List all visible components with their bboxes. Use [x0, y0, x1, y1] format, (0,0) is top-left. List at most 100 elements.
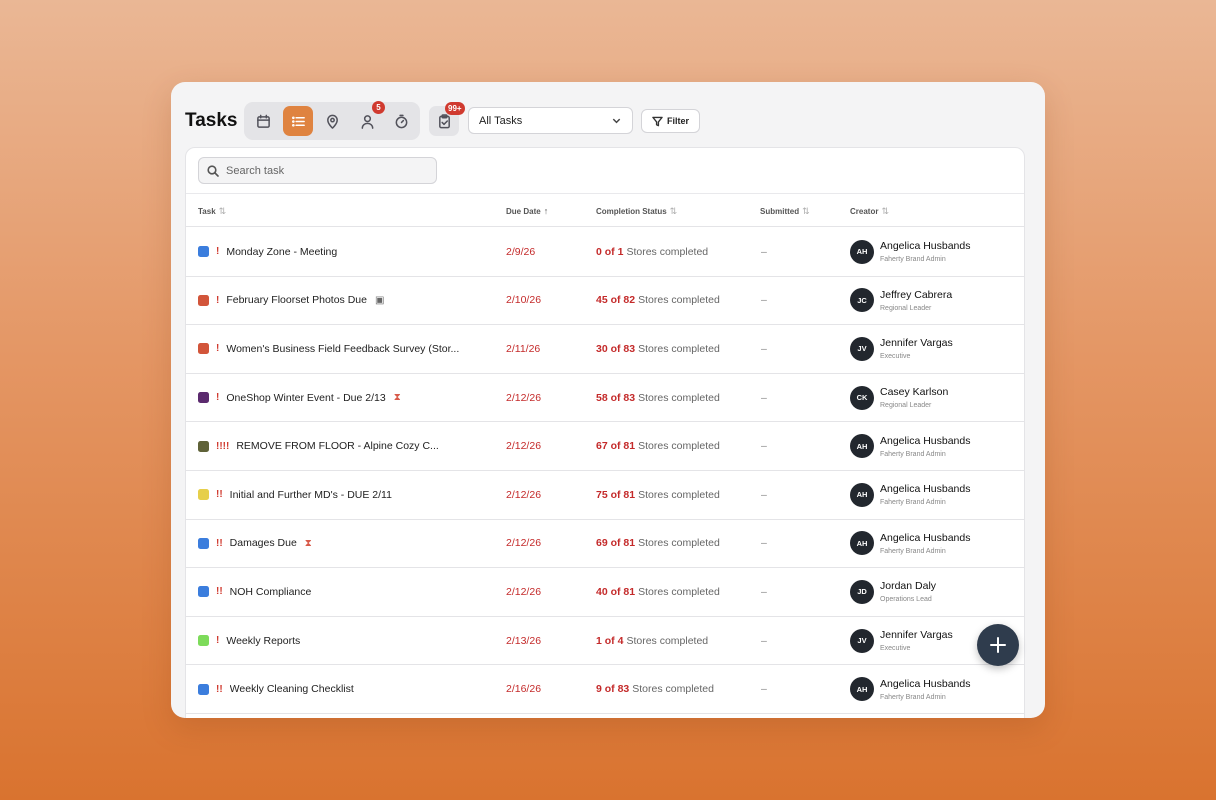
creator-name: Angelica Husbands — [880, 531, 971, 544]
table-row[interactable]: !!!! REMOVE FROM FLOOR - Alpine Cozy C..… — [186, 422, 1024, 471]
sort-icon: ⇅ — [881, 206, 889, 216]
clipboard-check-icon — [438, 113, 450, 128]
creator-cell: AH Angelica Husbands Faherty Brand Admin — [850, 665, 970, 713]
filter-label: Filter — [666, 116, 689, 126]
task-cell: ! Women's Business Field Feedback Survey… — [198, 325, 459, 373]
avatar: AH — [850, 239, 874, 264]
due-date: 2/12/26 — [506, 440, 542, 453]
completion-status: 58 of 83 Stores completed — [596, 374, 720, 422]
priority-marker: ! — [216, 246, 220, 258]
column-due-date[interactable]: Due Date ↑ — [506, 206, 548, 216]
table-row[interactable]: !! Damages Due ⧗ 2/12/26 69 of 81 Stores… — [186, 520, 1024, 569]
column-task[interactable]: Task ⇅ — [198, 206, 226, 217]
search-icon — [207, 164, 219, 177]
task-color-swatch — [198, 586, 209, 598]
creator-role: Faherty Brand Admin — [880, 693, 946, 701]
hourglass-icon: ⧗ — [393, 392, 401, 404]
task-name[interactable]: OneShop Winter Event - Due 2/13 — [226, 392, 385, 404]
priority-marker: !! — [216, 489, 223, 501]
creator-role: Faherty Brand Admin — [880, 450, 946, 458]
task-cell: ! OneShop Winter Event - Due 2/13 ⧗ — [198, 374, 401, 422]
search-input[interactable] — [226, 164, 426, 177]
priority-marker: !!!! — [216, 440, 230, 452]
creator-cell: JV Jennifer Vargas Executive — [850, 325, 953, 373]
creator-name: Angelica Husbands — [880, 483, 971, 496]
task-name[interactable]: Weekly Reports — [226, 635, 300, 647]
task-name[interactable]: Women's Business Field Feedback Survey (… — [226, 343, 459, 355]
completion-text: Stores completed — [638, 391, 720, 404]
column-creator[interactable]: Creator ⇅ — [850, 206, 889, 217]
column-submitted[interactable]: Submitted ⇅ — [760, 206, 810, 217]
completion-text: Stores completed — [638, 488, 720, 501]
map-view-button[interactable] — [317, 106, 347, 136]
column-creator-label: Creator — [850, 207, 879, 216]
task-scope-select[interactable]: All Tasks — [468, 107, 633, 134]
completion-status: 69 of 81 Stores completed — [596, 520, 720, 568]
table-row[interactable]: !! Initial and Further MD's - DUE 2/11 2… — [186, 471, 1024, 520]
priority-marker: ! — [216, 635, 220, 647]
submitted-value: – — [761, 294, 767, 307]
creator-role: Operations Lead — [880, 596, 932, 604]
due-date: 2/16/26 — [506, 683, 542, 696]
task-name[interactable]: Initial and Further MD's - DUE 2/11 — [230, 489, 392, 501]
task-name[interactable]: Weekly Cleaning Checklist — [230, 683, 354, 695]
avatar: AH — [850, 482, 874, 507]
creator-role: Regional Leader — [880, 402, 932, 410]
creator-role: Faherty Brand Admin — [880, 547, 946, 555]
creator-role: Faherty Brand Admin — [880, 256, 946, 264]
search-box[interactable] — [198, 157, 437, 184]
submitted-value: – — [761, 634, 767, 647]
task-name[interactable]: NOH Compliance — [230, 586, 312, 598]
table-row[interactable]: ! Women's Business Field Feedback Survey… — [186, 325, 1024, 374]
task-cell: ! Monday Zone - Meeting — [198, 228, 337, 276]
sort-icon: ⇅ — [669, 206, 678, 216]
submitted-value: – — [761, 342, 767, 355]
table-row[interactable]: !! NOH Compliance 2/12/26 40 of 81 Store… — [186, 568, 1024, 617]
task-cell: ! Weekly Reports — [198, 617, 300, 665]
timer-view-button[interactable] — [386, 106, 416, 136]
list-view-button[interactable] — [283, 106, 313, 136]
column-completion-label: Completion Status — [596, 207, 667, 216]
list-icon — [291, 115, 305, 127]
due-date: 2/13/26 — [506, 634, 542, 647]
calendar-view-button[interactable] — [248, 106, 278, 136]
table-row[interactable]: ! Weekly Reports 2/13/26 1 of 4 Stores c… — [186, 617, 1024, 666]
table-row[interactable]: !! Weekly Cleaning Checklist 2/16/26 9 o… — [186, 665, 1024, 714]
chevron-down-icon — [612, 118, 621, 124]
task-name[interactable]: REMOVE FROM FLOOR - Alpine Cozy C... — [236, 440, 438, 452]
priority-marker: !! — [216, 586, 223, 598]
table-row[interactable]: ! Monday Zone - Meeting 2/9/26 0 of 1 St… — [186, 228, 1024, 277]
task-cell: !! Initial and Further MD's - DUE 2/11 — [198, 471, 392, 519]
task-name[interactable]: Damages Due — [230, 537, 297, 549]
plus-icon — [990, 637, 1006, 653]
avatar: JC — [850, 288, 874, 313]
task-cell: !! NOH Compliance — [198, 568, 311, 616]
avatar: JD — [850, 579, 874, 604]
priority-marker: !! — [216, 683, 223, 695]
timer-icon — [395, 114, 407, 128]
creator-name: Jennifer Vargas — [880, 337, 953, 350]
completion-text: Stores completed — [638, 294, 720, 307]
task-color-swatch — [198, 635, 209, 647]
task-color-swatch — [198, 537, 209, 549]
creator-name: Jeffrey Cabrera — [880, 288, 953, 301]
submitted-value: – — [761, 245, 767, 258]
completion-count: 58 of 83 — [596, 391, 636, 404]
task-name[interactable]: Monday Zone - Meeting — [226, 246, 337, 258]
clipboard-icon: ▣ — [375, 294, 385, 306]
column-completion[interactable]: Completion Status ⇅ — [596, 206, 677, 217]
task-name[interactable]: February Floorset Photos Due — [226, 294, 367, 306]
creator-role: Executive — [880, 645, 911, 653]
completion-status: 67 of 81 Stores completed — [596, 422, 720, 470]
filter-button[interactable]: Filter — [641, 109, 700, 133]
hourglass-icon: ⧗ — [304, 537, 312, 549]
table-row[interactable]: ! OneShop Winter Event - Due 2/13 ⧗ 2/12… — [186, 374, 1024, 423]
creator-role: Regional Leader — [880, 304, 932, 312]
due-date: 2/9/26 — [506, 245, 536, 258]
column-task-label: Task — [198, 207, 216, 216]
creator-role: Executive — [880, 353, 911, 361]
add-task-button[interactable] — [977, 624, 1019, 666]
submitted-value: – — [761, 683, 767, 696]
table-row[interactable]: ! February Floorset Photos Due ▣ 2/10/26… — [186, 277, 1024, 326]
submitted-value: – — [761, 585, 767, 598]
